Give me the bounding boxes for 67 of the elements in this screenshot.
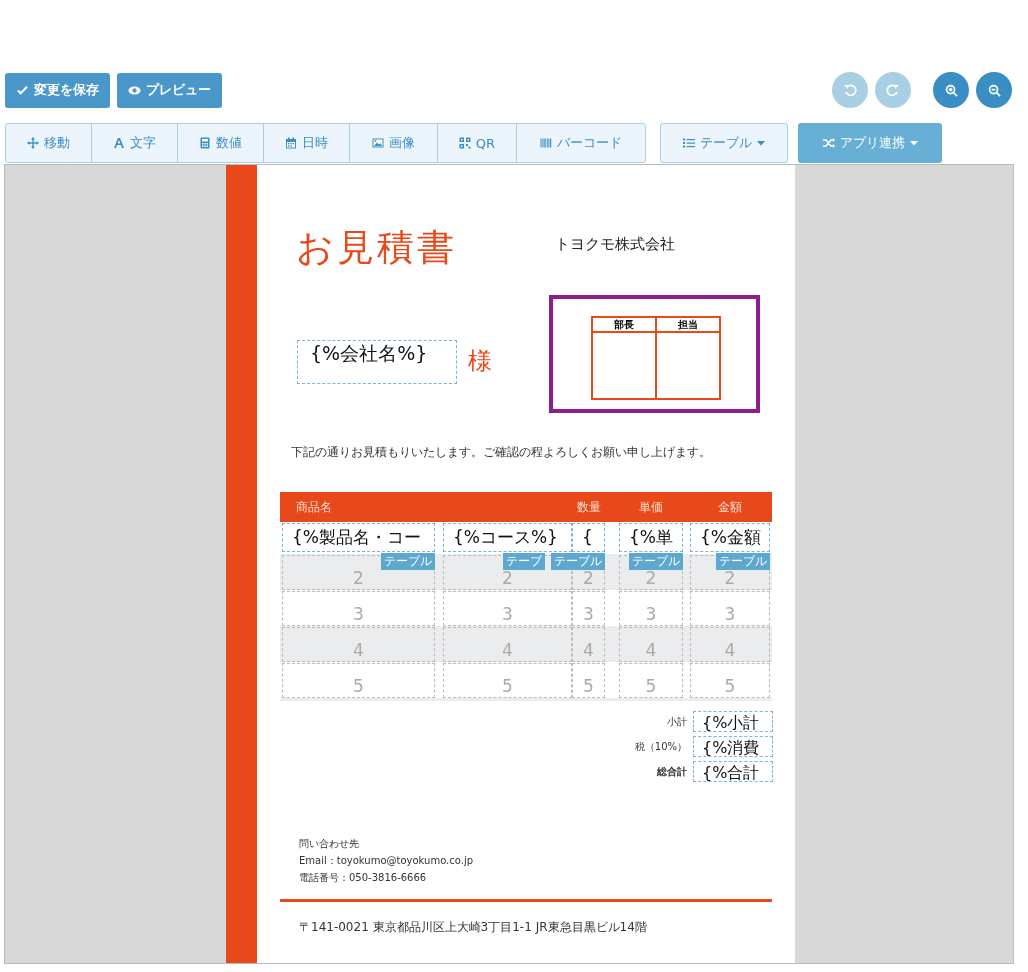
shuffle-icon bbox=[822, 137, 835, 149]
contact-line: Email：toyokumo@toyokumo.co.jp bbox=[299, 854, 473, 868]
intro-text: 下記の通りお見積もりいたします。ご確認の程よろしくお願い申し上げます。 bbox=[291, 444, 711, 461]
table-dropdown[interactable]: テーブル bbox=[660, 123, 788, 163]
zoom-out-button[interactable] bbox=[976, 72, 1012, 108]
caret-icon bbox=[757, 140, 765, 146]
table-tag: テーブル bbox=[551, 553, 605, 570]
total-field[interactable]: {%合計 bbox=[693, 761, 773, 782]
calculator-icon bbox=[199, 137, 211, 149]
zoom-out-icon bbox=[987, 83, 1001, 97]
save-button[interactable]: 変更を保存 bbox=[5, 72, 110, 108]
column-header: 金額 bbox=[717, 499, 743, 516]
zoom-in-button[interactable] bbox=[933, 72, 969, 108]
column-header: 単価 bbox=[638, 499, 664, 516]
tool-button[interactable]: 画像 bbox=[350, 124, 438, 162]
table-tag: テーブル bbox=[629, 553, 683, 570]
calendar-icon bbox=[285, 137, 297, 149]
column-header: 数量 bbox=[575, 499, 602, 516]
app-integration-dropdown[interactable]: アプリ連携 bbox=[798, 123, 942, 163]
zoom-in-icon bbox=[944, 83, 958, 97]
letter-icon bbox=[113, 137, 125, 149]
placeholder-field[interactable]: {%コース%} bbox=[443, 523, 572, 552]
placeholder-field[interactable]: {%単 bbox=[619, 523, 683, 552]
total-label: 小計 bbox=[667, 714, 687, 729]
approval-stamp-frame[interactable]: 部長 担当 bbox=[549, 295, 760, 413]
tool-button[interactable]: QR bbox=[438, 124, 517, 162]
contact-line: 電話番号：050-3816-6666 bbox=[299, 871, 428, 885]
check-icon bbox=[16, 84, 29, 96]
document-title: お見積書 bbox=[296, 225, 457, 271]
move-icon bbox=[27, 137, 39, 149]
tool-button[interactable]: 文字 bbox=[92, 124, 178, 162]
preview-button[interactable]: プレビュー bbox=[117, 72, 222, 108]
image-icon bbox=[372, 137, 384, 149]
placeholder-field[interactable]: {%金額 bbox=[690, 523, 770, 552]
company-name: トヨクモ株式会社 bbox=[555, 235, 675, 254]
table-cell: 4 bbox=[690, 627, 770, 662]
address-text: 〒141-0021 東京都品川区上大崎3丁目1-1 JR東急目黒ビル14階 bbox=[299, 919, 647, 936]
column-header: 商品名 bbox=[295, 499, 333, 516]
tool-button[interactable]: 日時 bbox=[264, 124, 350, 162]
total-label: 総合計 bbox=[657, 764, 687, 779]
stamp-header: 担当 bbox=[657, 318, 719, 333]
table-cell: 4 bbox=[572, 627, 605, 662]
undo-icon bbox=[843, 83, 857, 97]
redo-icon bbox=[886, 83, 900, 97]
placeholder-field[interactable]: { bbox=[572, 523, 605, 552]
tool-button[interactable]: 移動 bbox=[6, 124, 92, 162]
caret-icon bbox=[909, 140, 918, 146]
table-cell: 4 bbox=[282, 627, 435, 662]
table-tag: テーブル bbox=[716, 553, 770, 570]
honorific: 様 bbox=[468, 346, 492, 377]
eye-icon bbox=[128, 84, 141, 96]
placeholder-field[interactable]: {%製品名・コー bbox=[282, 523, 435, 552]
recipient-field[interactable]: {%会社名%} bbox=[297, 340, 457, 384]
qr-code-icon bbox=[458, 137, 471, 149]
total-field[interactable]: {%消費 bbox=[693, 736, 773, 757]
tool-button[interactable]: バーコード bbox=[517, 124, 645, 162]
total-label: 税（10%） bbox=[634, 739, 687, 754]
table-tag: テーブル bbox=[381, 553, 435, 570]
stamp-header: 部長 bbox=[593, 318, 655, 333]
total-field[interactable]: {%小計 bbox=[693, 711, 773, 732]
table-cell: 4 bbox=[443, 627, 572, 662]
tool-button[interactable]: 数値 bbox=[178, 124, 264, 162]
barcode-icon bbox=[540, 137, 552, 149]
contact-line: 問い合わせ先 bbox=[299, 837, 360, 851]
table-cell: 4 bbox=[619, 627, 683, 662]
list-icon bbox=[683, 137, 695, 149]
table-tag: テーブ bbox=[503, 553, 545, 570]
